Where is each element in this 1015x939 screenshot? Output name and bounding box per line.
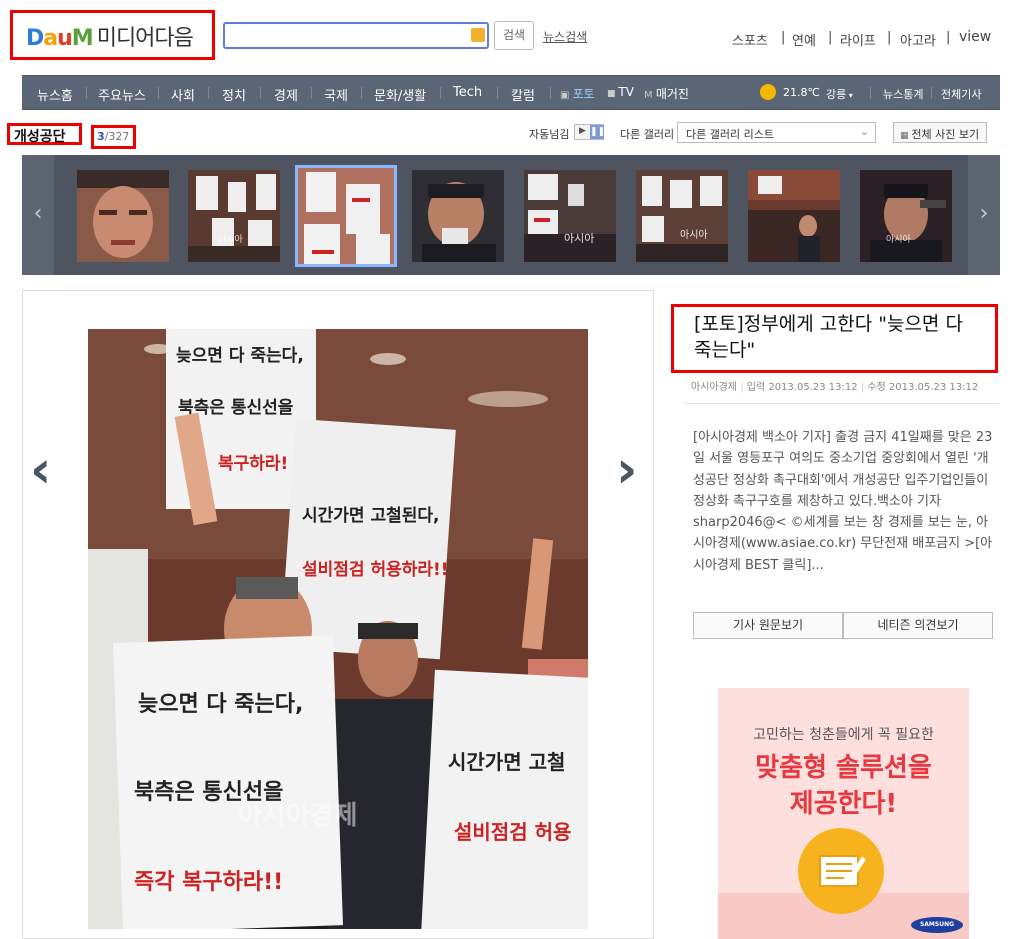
divider — [361, 87, 362, 99]
gnb-society[interactable]: 사회 — [171, 85, 195, 104]
ad-headline: 맞춤형 솔루션을 제공한다! — [755, 753, 932, 819]
gnb-tech[interactable]: Tech — [453, 85, 482, 100]
photo-counter: 3/327 — [97, 130, 130, 143]
chevron-left-icon[interactable]: ‹ — [22, 155, 54, 275]
svg-text:복구하라!: 복구하라! — [218, 454, 288, 474]
thumbnail-3-selected[interactable] — [295, 165, 397, 267]
weather-temp: 21.8℃ — [783, 86, 820, 99]
chevron-down-icon: ⌄ — [859, 125, 869, 138]
svg-text:아시아: 아시아 — [218, 234, 244, 245]
article-body: [아시아경제 백소아 기자] 출경 금지 41일째를 맞은 23일 서울 영등포… — [693, 430, 993, 573]
gnb-column[interactable]: 칼럼 — [511, 85, 535, 104]
top-link-entertainment[interactable]: 연예 — [792, 30, 816, 49]
other-gallery-label: 다른 갤러리 — [620, 128, 675, 141]
search-suggest-icon[interactable] — [471, 28, 485, 42]
gnb-tv[interactable]: ■ TV — [607, 85, 634, 99]
svg-text:아시아: 아시아 — [886, 234, 912, 245]
thumbnail-2[interactable]: 아시아 — [188, 170, 280, 262]
play-icon[interactable]: ▶ — [579, 126, 586, 136]
view-comments-button[interactable]: 네티즌 의견보기 — [843, 612, 993, 639]
divider — [86, 87, 87, 99]
thumbnail-strip: ‹ › 아시아 아시아 아시아 아시아 — [22, 155, 1000, 275]
chevron-down-icon: ▾ — [846, 91, 853, 100]
news-search-link[interactable]: 뉴스검색 — [543, 28, 587, 45]
gnb-politics[interactable]: 정치 — [222, 85, 246, 104]
svg-text:시간가면 고철된다,: 시간가면 고철된다, — [302, 506, 440, 526]
thumbnail-4[interactable] — [412, 170, 504, 262]
gnb-world[interactable]: 국제 — [324, 85, 348, 104]
weather-city-select[interactable]: 강릉 ▾ — [826, 86, 853, 102]
next-photo-icon[interactable]: › — [616, 440, 637, 500]
prev-photo-icon[interactable]: ‹ — [30, 440, 51, 500]
article-input-date: 입력 2013.05.23 13:12 — [746, 382, 858, 393]
auto-advance-label: 자동넘김 — [529, 128, 570, 141]
main-photo: 늦으면 다 죽는다, 북측은 통신선을 복구하라! 시간가면 고철된다, 설비점… — [88, 329, 588, 929]
sun-icon — [760, 84, 776, 100]
svg-text:설비점검 허용: 설비점검 허용 — [454, 820, 571, 844]
thumbnail-6[interactable]: 아시아 — [636, 170, 728, 262]
thumbnail-5[interactable]: 아시아 — [524, 170, 616, 262]
gnb-main-news[interactable]: 주요뉴스 — [98, 85, 146, 104]
gnb-news-home[interactable]: 뉴스홈 — [37, 85, 73, 104]
svg-text:아시아: 아시아 — [564, 232, 594, 245]
divider — [550, 87, 551, 99]
pause-icon[interactable]: ❚❚ — [590, 125, 605, 139]
divider: | — [946, 30, 951, 45]
divider — [311, 87, 312, 99]
article-title: [포토]정부에게 고한다 "늦으면 다 죽는다" — [694, 313, 963, 361]
magazine-icon: M — [644, 90, 656, 101]
divider — [931, 87, 932, 99]
search-button[interactable]: 검색 — [494, 21, 534, 50]
divider — [260, 87, 261, 99]
svg-text:즉각 복구하라!!: 즉각 복구하라!! — [134, 870, 283, 895]
gnb-photo[interactable]: ▣ 포토 — [560, 85, 595, 102]
gnb-culture[interactable]: 문화/생활 — [374, 85, 426, 104]
global-nav: 뉴스홈 주요뉴스 사회 정치 경제 국제 문화/생활 Tech 칼럼 ▣ 포토 … — [22, 75, 1000, 110]
article-edit-date: 수정 2013.05.23 13:12 — [867, 382, 979, 393]
svg-text:아시아: 아시아 — [680, 229, 708, 241]
gallery-title: 개성공단 — [14, 129, 66, 145]
divider — [208, 87, 209, 99]
top-link-life[interactable]: 라이프 — [840, 30, 876, 49]
divider — [870, 87, 871, 99]
view-original-button[interactable]: 기사 원문보기 — [693, 612, 843, 639]
thumbnail-1[interactable] — [77, 170, 169, 262]
auto-advance-controls: ▶ ❚❚ — [574, 124, 605, 140]
svg-text:늦으면 다 죽는다,: 늦으면 다 죽는다, — [176, 346, 304, 366]
gnb-magazine[interactable]: M 매거진 — [644, 85, 689, 102]
chevron-right-icon[interactable]: › — [968, 155, 1000, 275]
divider: | — [781, 30, 786, 45]
svg-text:아시아경제: 아시아경제 — [238, 801, 358, 831]
all-articles-link[interactable]: 전체기사 — [941, 86, 981, 102]
photo-icon: ▣ — [560, 90, 573, 101]
search-input[interactable] — [223, 22, 489, 49]
top-link-agora[interactable]: 아고라 — [900, 30, 936, 49]
grid-icon: ▦ — [900, 131, 912, 141]
all-photos-button[interactable]: ▦ 전체 사진 보기 — [893, 122, 987, 143]
news-stats-link[interactable]: 뉴스통계 — [883, 86, 923, 102]
notebook-pencil-icon — [798, 828, 884, 914]
advertisement-banner[interactable]: 고민하는 청춘들에게 꼭 필요한 맞춤형 솔루션을 제공한다! SAMSUNG — [718, 688, 969, 939]
article-source[interactable]: 아시아경제 — [691, 382, 737, 393]
other-gallery-select[interactable]: 다른 갤러리 리스트 ⌄ — [677, 122, 876, 143]
gnb-economy[interactable]: 경제 — [274, 85, 298, 104]
divider — [497, 87, 498, 99]
divider — [440, 87, 441, 99]
daum-logo[interactable]: DauM 미디어다음 — [26, 20, 194, 52]
svg-text:설비점검 허용하라!!: 설비점검 허용하라!! — [302, 560, 449, 580]
tv-icon: ■ — [607, 89, 619, 99]
samsung-logo: SAMSUNG — [911, 917, 963, 933]
svg-text:늦으면 다 죽는다,: 늦으면 다 죽는다, — [138, 692, 303, 717]
thumbnail-8[interactable]: 아시아 — [860, 170, 952, 262]
divider: | — [887, 30, 892, 45]
top-link-view[interactable]: view — [959, 29, 991, 45]
ad-subtitle: 고민하는 청춘들에게 꼭 필요한 — [753, 727, 934, 743]
divider — [158, 87, 159, 99]
thumbnail-7[interactable] — [748, 170, 840, 262]
article-meta: 아시아경제 | 입력 2013.05.23 13:12 | 수정 2013.05… — [691, 382, 979, 393]
divider: | — [828, 30, 833, 45]
top-link-sports[interactable]: 스포츠 — [732, 30, 768, 49]
svg-text:시간가면 고철: 시간가면 고철 — [448, 750, 565, 774]
divider — [683, 403, 999, 404]
